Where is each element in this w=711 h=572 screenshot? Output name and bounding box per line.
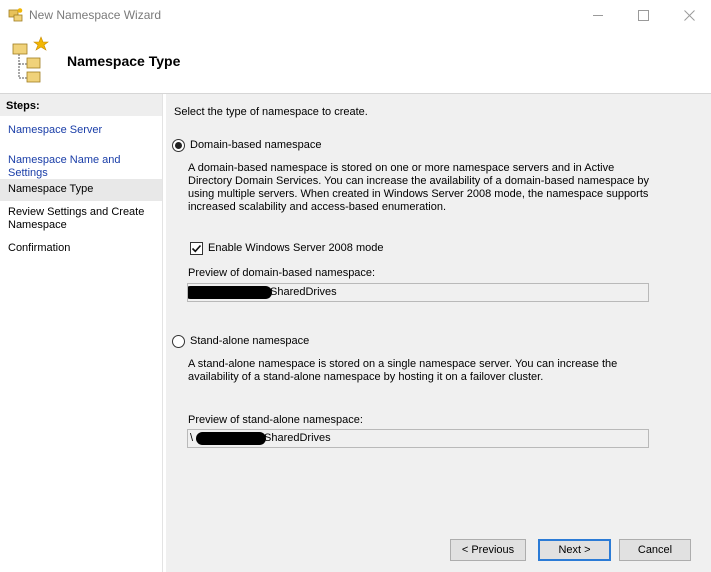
- standalone-preview-field: \ SharedDrives: [187, 429, 649, 448]
- domain-preview-label: Preview of domain-based namespace:: [188, 267, 376, 279]
- minimize-button[interactable]: [575, 0, 621, 31]
- domain-based-description: A domain-based namespace is stored on on…: [188, 162, 650, 213]
- wizard-header: Namespace Type: [0, 31, 711, 93]
- standalone-radio[interactable]: [172, 335, 185, 348]
- standalone-label[interactable]: Stand-alone namespace: [190, 335, 309, 347]
- radio-selected-dot: [175, 142, 182, 149]
- standalone-preview-prefix: \: [190, 432, 194, 444]
- standalone-preview-value: SharedDrives: [264, 432, 331, 444]
- wizard-app-icon: [8, 7, 24, 23]
- checkmark-icon: [191, 244, 202, 253]
- close-button[interactable]: [666, 0, 711, 31]
- step-namespace-server[interactable]: Namespace Server: [0, 124, 162, 137]
- maximize-button[interactable]: [620, 0, 666, 31]
- page-title: Namespace Type: [67, 53, 181, 69]
- next-button[interactable]: Next >: [538, 539, 611, 561]
- window-title: New Namespace Wizard: [29, 8, 162, 22]
- domain-preview-value: SharedDrives: [270, 286, 337, 298]
- content-pane: Select the type of namespace to create. …: [166, 94, 711, 572]
- steps-heading: Steps:: [0, 94, 162, 116]
- step-confirmation: Confirmation: [8, 242, 71, 254]
- step-review-settings: Review Settings and Create Namespace: [8, 206, 145, 231]
- enable-2008-mode-label[interactable]: Enable Windows Server 2008 mode: [208, 242, 383, 254]
- enable-2008-mode-checkbox[interactable]: [190, 242, 203, 255]
- cancel-button[interactable]: Cancel: [619, 539, 691, 561]
- domain-based-radio[interactable]: [172, 139, 185, 152]
- domain-preview-field: SharedDrives: [187, 283, 649, 302]
- previous-button[interactable]: < Previous: [450, 539, 526, 561]
- instruction-text: Select the type of namespace to create.: [174, 106, 368, 118]
- title-bar: New Namespace Wizard: [0, 0, 711, 31]
- domain-based-label[interactable]: Domain-based namespace: [190, 139, 321, 151]
- steps-pane: Steps: Namespace Server Namespace Name a…: [0, 94, 163, 572]
- redaction-mark: [196, 432, 266, 445]
- step-namespace-type: Namespace Type: [0, 179, 162, 201]
- maximize-icon: [637, 10, 649, 21]
- close-icon: [683, 10, 695, 21]
- standalone-description: A stand-alone namespace is stored on a s…: [188, 358, 618, 383]
- step-namespace-name-and-settings[interactable]: Namespace Name and Settings: [0, 154, 162, 180]
- minimize-icon: [592, 15, 603, 16]
- namespace-tree-icon: [10, 36, 52, 86]
- redaction-mark: [188, 286, 272, 299]
- standalone-preview-label: Preview of stand-alone namespace:: [188, 414, 363, 426]
